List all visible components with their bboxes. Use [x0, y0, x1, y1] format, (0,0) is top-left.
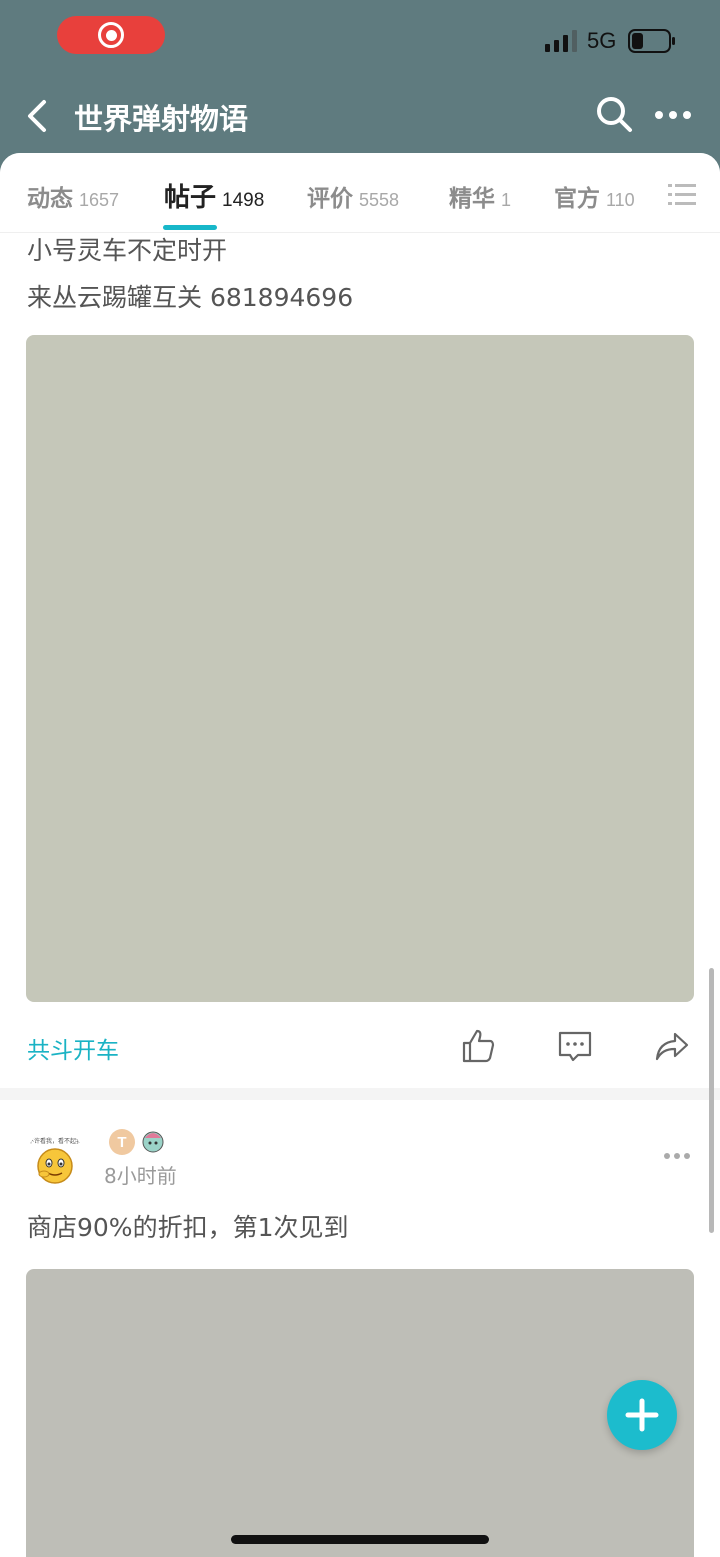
sticker-badge-icon: [142, 1131, 164, 1153]
page-title: 世界弹射物语: [74, 102, 249, 136]
tab-official[interactable]: 官方 110: [554, 179, 635, 213]
tab-label: 帖子: [164, 183, 217, 213]
tab-count: 1: [501, 190, 512, 210]
active-tab-indicator: [163, 225, 217, 230]
post-divider: [0, 1088, 720, 1100]
tab-count: 1498: [222, 190, 265, 211]
tab-count: 110: [606, 190, 635, 210]
nav-bar: 世界弹射物语: [0, 80, 720, 152]
tab-featured[interactable]: 精华 1: [449, 179, 511, 213]
post-text-line: 来丛云踢罐互关 681894696: [27, 283, 354, 312]
post-text: 商店90%的折扣，第1次见到: [27, 1213, 349, 1242]
avatar[interactable]: 不许看我，看不起我: [27, 1128, 83, 1184]
post-more-icon[interactable]: [663, 1151, 691, 1161]
post-image[interactable]: [26, 335, 694, 1002]
post-text-line: 小号灵车不定时开: [27, 236, 228, 265]
back-icon[interactable]: [24, 98, 52, 134]
tab-count: 1657: [79, 190, 120, 210]
emoji-face-icon: [37, 1148, 73, 1184]
plus-icon: [625, 1398, 659, 1432]
tab-label: 官方: [554, 186, 600, 212]
screen-record-indicator[interactable]: [57, 16, 165, 54]
share-icon[interactable]: [654, 1028, 690, 1064]
comment-icon[interactable]: [557, 1028, 593, 1064]
list-icon[interactable]: [668, 183, 696, 207]
level-badge: T: [109, 1129, 135, 1155]
like-icon[interactable]: [460, 1028, 496, 1064]
tab-reviews[interactable]: 评价 5558: [307, 179, 399, 213]
tab-label: 动态: [27, 186, 73, 212]
scrollbar[interactable]: [709, 968, 714, 1233]
post-image[interactable]: [26, 1269, 694, 1557]
signal-icon: [545, 30, 577, 52]
avatar-caption: 不许看我，看不起我: [27, 1138, 82, 1145]
more-icon[interactable]: [654, 104, 692, 126]
status-bar: 5G: [0, 0, 720, 80]
network-label: 5G: [587, 28, 617, 53]
tab-label: 评价: [307, 186, 353, 212]
search-icon[interactable]: [594, 94, 634, 134]
record-icon: [98, 22, 124, 48]
tab-count: 5558: [359, 190, 400, 210]
home-indicator[interactable]: [231, 1535, 489, 1544]
tab-bar: 动态 1657 帖子 1498 评价 5558 精华 1 官方 110: [0, 153, 720, 233]
tab-dynamics[interactable]: 动态 1657: [27, 179, 119, 213]
tab-posts[interactable]: 帖子 1498: [164, 177, 264, 214]
create-post-button[interactable]: [607, 1380, 677, 1450]
battery-icon: [628, 29, 675, 53]
post-tag-link[interactable]: 共斗开车: [27, 1031, 119, 1065]
tab-label: 精华: [449, 186, 495, 212]
post-timestamp: 8小时前: [104, 1164, 177, 1188]
